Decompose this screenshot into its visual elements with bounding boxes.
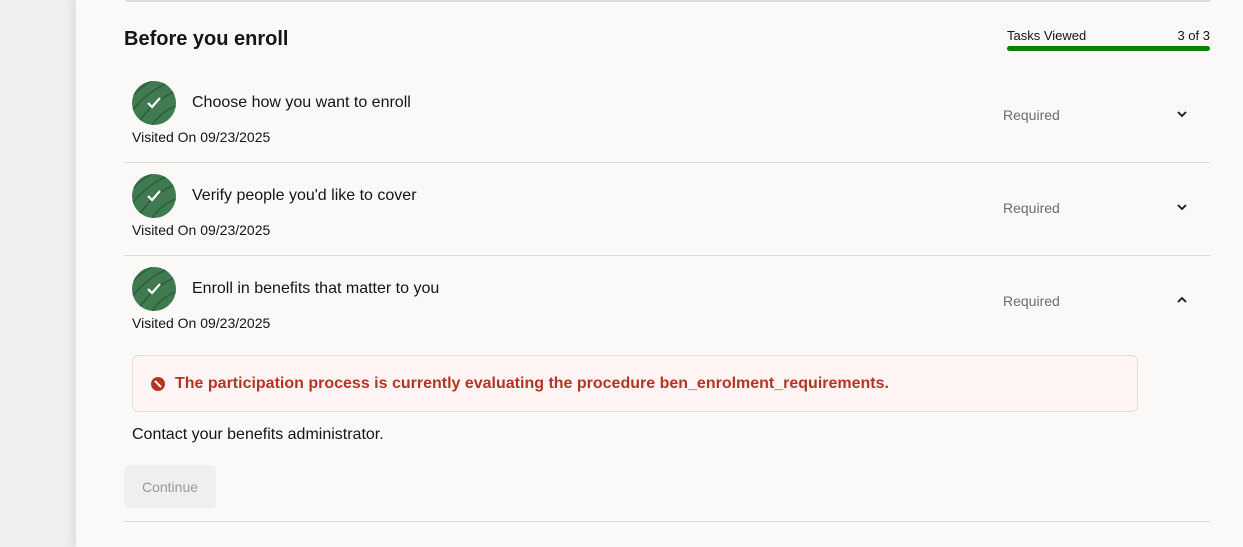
tasks-progress: Tasks Viewed 3 of 3 — [1007, 28, 1210, 51]
task-status: Required — [1003, 293, 1060, 309]
task-item[interactable]: Verify people you'd like to cover Visite… — [124, 163, 1210, 256]
visited-date: Visited On 09/23/2025 — [132, 315, 271, 331]
task-status: Required — [1003, 107, 1060, 123]
chevron-down-icon[interactable] — [1174, 199, 1190, 215]
page-title: Before you enroll — [124, 28, 289, 50]
chevron-down-icon[interactable] — [1174, 106, 1190, 122]
task-title[interactable]: Enroll in benefits that matter to you — [192, 280, 439, 298]
contact-text: Contact your benefits administrator. — [132, 426, 384, 443]
main-panel: Before you enroll Tasks Viewed 3 of 3 Ch… — [76, 0, 1243, 547]
divider — [126, 0, 1210, 2]
visited-date: Visited On 09/23/2025 — [132, 222, 271, 238]
progress-label: Tasks Viewed — [1007, 28, 1087, 43]
visited-date: Visited On 09/23/2025 — [132, 129, 271, 145]
error-message-box: The participation process is currently e… — [132, 355, 1138, 412]
task-item[interactable]: Enroll in benefits that matter to you Vi… — [124, 256, 1210, 349]
progress-fill — [1007, 46, 1210, 51]
task-item[interactable]: Choose how you want to enroll Visited On… — [124, 70, 1210, 163]
divider — [124, 521, 1210, 522]
progress-count: 3 of 3 — [1177, 28, 1210, 43]
chevron-up-icon[interactable] — [1174, 292, 1190, 308]
completed-check-icon — [132, 267, 176, 311]
continue-button[interactable]: Continue — [124, 465, 216, 508]
task-title[interactable]: Choose how you want to enroll — [192, 94, 411, 112]
completed-check-icon — [132, 81, 176, 125]
task-status: Required — [1003, 200, 1060, 216]
error-icon — [151, 376, 165, 391]
progress-bar — [1007, 46, 1210, 51]
completed-check-icon — [132, 174, 176, 218]
error-text: The participation process is currently e… — [175, 374, 889, 392]
task-title[interactable]: Verify people you'd like to cover — [192, 187, 417, 205]
